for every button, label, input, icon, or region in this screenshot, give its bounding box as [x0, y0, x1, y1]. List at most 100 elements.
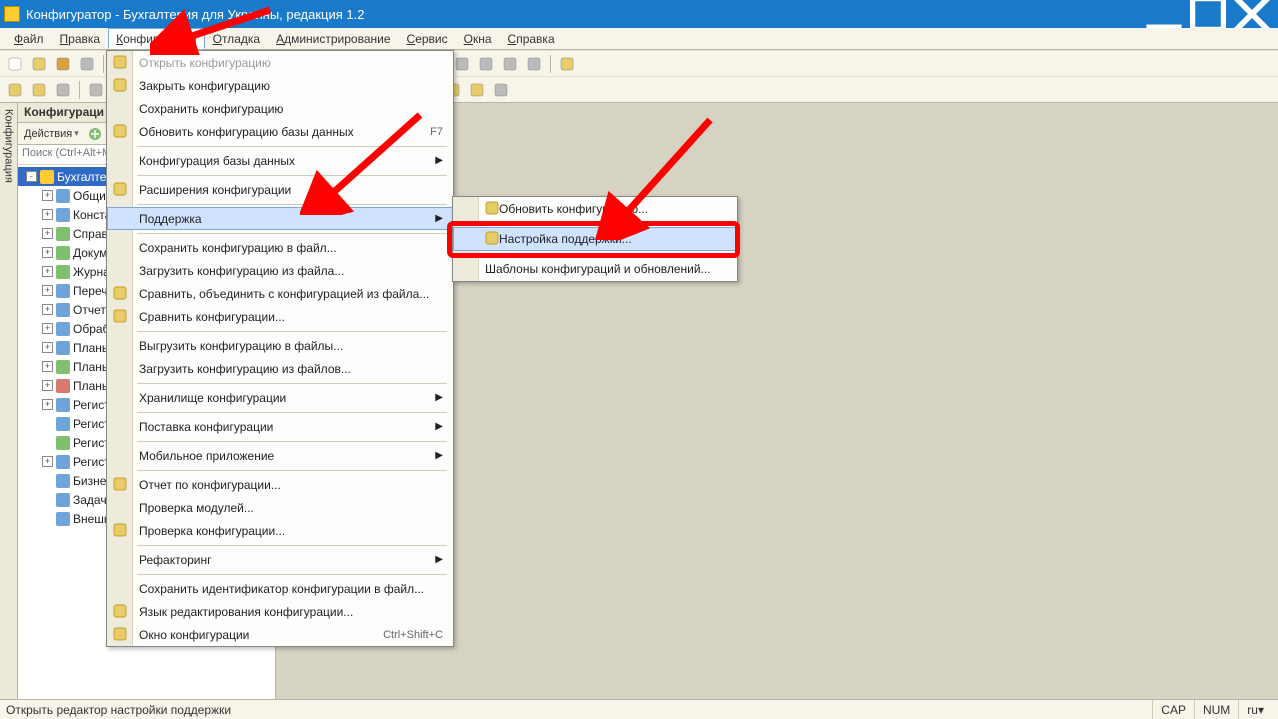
tree-node-icon: [56, 265, 70, 279]
expand-icon[interactable]: [42, 475, 53, 486]
tree-node-label: Регист: [73, 398, 110, 412]
status-lang[interactable]: ru ▾: [1238, 700, 1272, 719]
close-button[interactable]: [1230, 0, 1274, 28]
toolbar2-btn-23[interactable]: [466, 79, 488, 101]
menu-item-label: Проверка конфигурации...: [139, 524, 285, 538]
support-submenu: Обновить конфигурацию... Настройка поддер…: [452, 196, 738, 282]
toolbar2-btn-4[interactable]: [85, 79, 107, 101]
menu-item[interactable]: Поддержка▶: [107, 207, 453, 230]
expand-icon[interactable]: [42, 494, 53, 505]
menu-item[interactable]: Настройка поддержки...: [453, 227, 737, 251]
submenu-arrow-icon: ▶: [435, 554, 443, 565]
toolbar2-btn-24[interactable]: [490, 79, 512, 101]
menu-item[interactable]: Сохранить конфигурацию в файл...: [107, 236, 453, 259]
expand-icon[interactable]: +: [42, 456, 53, 467]
menu-item[interactable]: Окно конфигурацииCtrl+Shift+C: [107, 623, 453, 646]
menu-shortcut: Ctrl+Shift+C: [383, 629, 443, 641]
tree-node-icon: [56, 303, 70, 317]
menu-администрирование[interactable]: Администрирование: [268, 28, 398, 49]
expand-icon[interactable]: +: [42, 228, 53, 239]
submenu-arrow-icon: ▶: [435, 450, 443, 461]
menu-item-label: Поставка конфигурации: [139, 420, 273, 434]
toolbar1b-btn-8[interactable]: [499, 53, 521, 75]
expand-icon[interactable]: [42, 437, 53, 448]
menu-item[interactable]: Хранилище конфигурации▶: [107, 386, 453, 409]
menu-item[interactable]: Рефакторинг▶: [107, 548, 453, 571]
menu-item[interactable]: Выгрузить конфигурацию в файлы...: [107, 334, 453, 357]
expand-icon[interactable]: +: [42, 247, 53, 258]
menu-item-label: Проверка модулей...: [139, 501, 254, 515]
menu-окна[interactable]: Окна: [456, 28, 500, 49]
menu-item[interactable]: Сравнить, объединить с конфигурацией из …: [107, 282, 453, 305]
tool-add-icon[interactable]: [84, 123, 106, 145]
menu-item[interactable]: Язык редактирования конфигурации...: [107, 600, 453, 623]
menu-item[interactable]: Расширения конфигурации: [107, 178, 453, 201]
expand-icon[interactable]: +: [42, 399, 53, 410]
expand-icon[interactable]: -: [26, 171, 37, 182]
tree-node-label: Внешн: [73, 512, 111, 526]
expand-icon[interactable]: [42, 513, 53, 524]
menu-item[interactable]: Поставка конфигурации▶: [107, 415, 453, 438]
menu-item[interactable]: Загрузить конфигурацию из файла...: [107, 259, 453, 282]
tree-node-icon: [40, 170, 54, 184]
window-controls: [1142, 0, 1274, 28]
toolbar1-btn-0[interactable]: [4, 53, 26, 75]
menu-item[interactable]: Обновить конфигурацию базы данныхF7: [107, 120, 453, 143]
expand-icon[interactable]: +: [42, 209, 53, 220]
maximize-button[interactable]: [1186, 0, 1230, 28]
expand-icon[interactable]: +: [42, 285, 53, 296]
toolbar2-btn-0[interactable]: [4, 79, 26, 101]
expand-icon[interactable]: +: [42, 190, 53, 201]
expand-icon[interactable]: +: [42, 304, 53, 315]
window-title: Конфигуратор - Бухгалтерия для Украины, …: [26, 7, 1142, 22]
toolbar2-btn-1[interactable]: [28, 79, 50, 101]
toolbar-separator: [79, 81, 80, 99]
toolbar1b-btn-6[interactable]: [451, 53, 473, 75]
menu-сервис[interactable]: Сервис: [399, 28, 456, 49]
expand-icon[interactable]: +: [42, 342, 53, 353]
menu-конфигурация[interactable]: Конфигурация: [108, 28, 205, 49]
menu-справка[interactable]: Справка: [500, 28, 563, 49]
tree-node-label: Регист: [73, 436, 110, 450]
menu-item[interactable]: Конфигурация базы данных▶: [107, 149, 453, 172]
toolbar2-btn-2[interactable]: [52, 79, 74, 101]
menu-item[interactable]: Мобильное приложение▶: [107, 444, 453, 467]
menu-item[interactable]: Шаблоны конфигураций и обновлений...: [453, 257, 737, 281]
side-tab[interactable]: Конфигурация: [0, 103, 18, 699]
menu-item[interactable]: Закрыть конфигурацию: [107, 74, 453, 97]
toolbar1-btn-2[interactable]: [52, 53, 74, 75]
toolbar-separator: [550, 55, 551, 73]
menu-item[interactable]: Сохранить идентификатор конфигурации в ф…: [107, 577, 453, 600]
menu-файл[interactable]: Файл: [6, 28, 52, 49]
expand-icon[interactable]: +: [42, 323, 53, 334]
toolbar1-btn-3[interactable]: [76, 53, 98, 75]
menu-item[interactable]: Отчет по конфигурации...: [107, 473, 453, 496]
toolbar1b-btn-7[interactable]: [475, 53, 497, 75]
menu-отладка[interactable]: Отладка: [205, 28, 268, 49]
rep-icon: [112, 476, 128, 492]
app-icon: [4, 6, 20, 22]
menu-item[interactable]: Сохранить конфигурацию: [107, 97, 453, 120]
toolbar1-btn-1[interactable]: [28, 53, 50, 75]
menu-item-label: Сохранить идентификатор конфигурации в ф…: [139, 582, 424, 596]
open-icon: [112, 54, 128, 70]
menu-item-label: Закрыть конфигурацию: [139, 79, 270, 93]
toolbar1b-btn-11[interactable]: [556, 53, 578, 75]
expand-icon[interactable]: [42, 418, 53, 429]
menu-item[interactable]: Проверка конфигурации...: [107, 519, 453, 542]
menu-item[interactable]: Проверка модулей...: [107, 496, 453, 519]
tree-node-icon: [56, 398, 70, 412]
menu-item[interactable]: Загрузить конфигурацию из файлов...: [107, 357, 453, 380]
tree-node-icon: [56, 227, 70, 241]
menu-правка[interactable]: Правка: [52, 28, 109, 49]
menu-item[interactable]: Сравнить конфигурации...: [107, 305, 453, 328]
menu-item-label: Шаблоны конфигураций и обновлений...: [485, 262, 711, 276]
menu-item[interactable]: Обновить конфигурацию...: [453, 197, 737, 221]
expand-icon[interactable]: +: [42, 266, 53, 277]
toolbar1b-btn-9[interactable]: [523, 53, 545, 75]
minimize-button[interactable]: [1142, 0, 1186, 28]
expand-icon[interactable]: +: [42, 361, 53, 372]
actions-dropdown[interactable]: Действия: [22, 128, 81, 140]
expand-icon[interactable]: +: [42, 380, 53, 391]
menu-item-label: Хранилище конфигурации: [139, 391, 286, 405]
